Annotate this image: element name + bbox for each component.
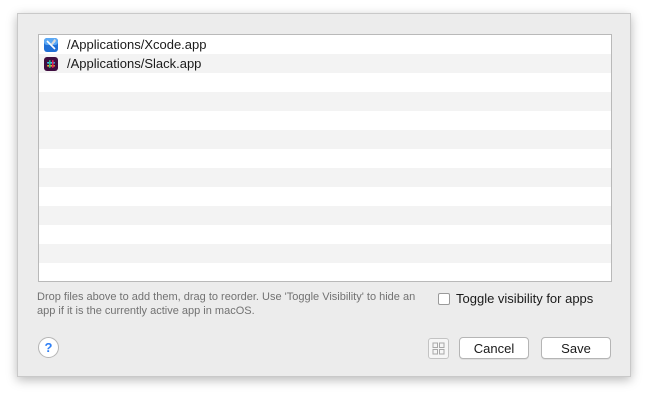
list-item[interactable]: /Applications/Xcode.app (39, 35, 611, 54)
empty-row (39, 263, 611, 281)
help-icon: ? (44, 340, 53, 355)
help-button[interactable]: ? (38, 337, 59, 358)
slack-icon (43, 56, 59, 72)
empty-row (39, 92, 611, 111)
save-button[interactable]: Save (541, 337, 611, 359)
empty-row (39, 168, 611, 187)
toggle-visibility-checkbox[interactable] (438, 292, 450, 305)
toggle-visibility-label[interactable]: Toggle visibility for apps (456, 291, 593, 306)
cancel-button[interactable]: Cancel (459, 337, 529, 359)
empty-row (39, 187, 611, 206)
empty-row (39, 244, 611, 263)
grid-icon (432, 342, 445, 355)
empty-row (39, 111, 611, 130)
file-list[interactable]: /Applications/Xcode.app /Applications/Sl… (38, 34, 612, 282)
hint-text: Drop files above to add them, drag to re… (37, 291, 416, 317)
toggle-visibility[interactable]: Toggle visibility for apps (438, 291, 593, 306)
grid-button[interactable] (428, 338, 449, 359)
xcode-icon (43, 37, 59, 53)
empty-row (39, 73, 611, 92)
list-item[interactable]: /Applications/Slack.app (39, 54, 611, 73)
preferences-sheet: /Applications/Xcode.app /Applications/Sl… (17, 13, 631, 377)
file-path: /Applications/Xcode.app (67, 37, 207, 52)
empty-row (39, 149, 611, 168)
empty-row (39, 206, 611, 225)
empty-row (39, 130, 611, 149)
empty-row (39, 225, 611, 244)
file-path: /Applications/Slack.app (67, 56, 202, 71)
